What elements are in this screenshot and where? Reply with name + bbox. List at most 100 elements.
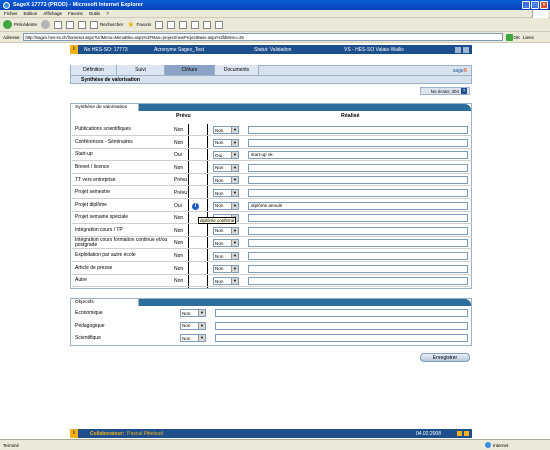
objectif-select[interactable]: Non ▼ bbox=[180, 334, 206, 342]
brand-text: sage bbox=[452, 68, 464, 74]
prevu-value: Prévu bbox=[174, 177, 188, 184]
realise-select[interactable]: Oui ▼ bbox=[213, 151, 239, 160]
realise-select[interactable]: Non ▼ bbox=[213, 239, 239, 248]
info-icon[interactable]: i bbox=[192, 202, 199, 210]
refresh-icon[interactable] bbox=[66, 20, 75, 29]
realise-select[interactable]: Non ▼ bbox=[213, 277, 239, 286]
search-button[interactable]: Rechercher bbox=[90, 20, 124, 29]
tab-documents[interactable]: Documents bbox=[215, 65, 259, 75]
menu-outils[interactable]: Outils bbox=[89, 11, 101, 16]
objectif-comment-input[interactable] bbox=[215, 334, 468, 342]
maximize-button[interactable]: □ bbox=[531, 1, 539, 9]
menu-affichage[interactable]: Affichage bbox=[43, 11, 62, 16]
tab-definition[interactable]: Définition bbox=[71, 65, 117, 75]
valorisation-row: Projet semaine spécialeNonNon▼ bbox=[72, 212, 472, 225]
realise-select[interactable]: Non ▼ bbox=[213, 189, 239, 197]
realise-comment-input[interactable] bbox=[248, 126, 468, 134]
objectif-select-value: Non bbox=[182, 310, 191, 316]
home-icon[interactable] bbox=[78, 20, 87, 29]
realise-select[interactable]: Non ▼ bbox=[213, 126, 239, 134]
prevu-value: Non bbox=[174, 215, 184, 222]
realise-select-value: Non bbox=[215, 203, 224, 209]
menu-edition[interactable]: Edition bbox=[24, 11, 38, 16]
save-button[interactable]: Enregistrer bbox=[420, 353, 470, 362]
tab-cloture[interactable]: Clôture bbox=[165, 65, 215, 75]
address-input[interactable]: http://sagex.hes-so.ch/frameset.aspx?Url… bbox=[22, 33, 503, 41]
go-button[interactable]: OK bbox=[505, 33, 521, 41]
chevron-down-icon: ▼ bbox=[231, 265, 238, 272]
realise-select-value: Non bbox=[215, 177, 224, 183]
discuss-icon[interactable] bbox=[203, 20, 212, 29]
row-label: Brevet / licence bbox=[75, 164, 110, 171]
realise-comment-input[interactable] bbox=[248, 138, 468, 147]
realise-comment-input[interactable] bbox=[248, 176, 468, 185]
realise-select[interactable]: Non ▼ bbox=[213, 201, 239, 210]
history-icon[interactable] bbox=[155, 20, 164, 29]
info-bar-icons bbox=[455, 46, 469, 53]
menu-fichier[interactable]: Fichier bbox=[4, 11, 18, 16]
tab-suivi[interactable]: Suivi bbox=[117, 65, 165, 75]
page-subheader: Synthèse de valorisation bbox=[70, 76, 472, 84]
realise-comment-input[interactable] bbox=[248, 252, 468, 260]
minimize-button[interactable]: _ bbox=[522, 1, 530, 9]
links-label[interactable]: Liens bbox=[523, 35, 534, 40]
objectif-select-value: Non bbox=[182, 323, 191, 328]
chevron-down-icon: ▼ bbox=[231, 152, 238, 159]
realise-comment-input[interactable]: start-up ok bbox=[248, 151, 468, 160]
realise-select-value: Non bbox=[215, 140, 224, 146]
lock-icon[interactable] bbox=[457, 431, 462, 436]
realise-select[interactable]: Non ▼ bbox=[213, 163, 239, 172]
chevron-down-icon: ▼ bbox=[231, 164, 238, 171]
stop-icon[interactable] bbox=[54, 20, 63, 29]
screen-number: No écran: 304 ? bbox=[420, 87, 470, 95]
realise-select[interactable]: Non ▼ bbox=[213, 176, 239, 185]
valorisation-row: Projet diplôme Oui i Non ▼ diplôme annulé bbox=[72, 200, 472, 212]
realise-comment-input[interactable]: diplôme annulé bbox=[248, 201, 468, 210]
objectif-select[interactable]: Non ▼ bbox=[180, 321, 206, 330]
favorites-button[interactable]: ★ Favoris bbox=[127, 20, 151, 29]
realise-select-value: Non bbox=[215, 190, 224, 196]
valorisation-title: Synthèse de valorisation bbox=[71, 104, 139, 111]
realise-comment-input[interactable] bbox=[248, 189, 468, 197]
window-title: SageX 17773 (PROD) - Microsoft Internet … bbox=[13, 2, 143, 8]
realise-comment-input[interactable] bbox=[248, 226, 468, 235]
screen-number-label: No écran: 304 bbox=[430, 88, 459, 94]
realise-comment-input[interactable] bbox=[248, 214, 468, 223]
print-page-icon[interactable] bbox=[463, 46, 469, 53]
go-label: OK bbox=[513, 34, 521, 40]
help-icon[interactable]: ? bbox=[461, 88, 467, 94]
realise-comment-input[interactable] bbox=[248, 163, 468, 172]
realise-comment-input[interactable] bbox=[248, 239, 468, 248]
menu-favoris[interactable]: Favoris bbox=[68, 11, 83, 16]
realise-comment-input[interactable] bbox=[248, 277, 468, 286]
row-label: Start-up bbox=[75, 151, 93, 158]
realise-select[interactable]: Non ▼ bbox=[213, 226, 239, 235]
section-header-bar bbox=[139, 104, 471, 111]
messenger-icon[interactable] bbox=[215, 20, 224, 29]
back-button[interactable]: Précédente bbox=[3, 20, 37, 29]
refresh-page-icon[interactable] bbox=[455, 46, 461, 53]
objectif-comment-input[interactable] bbox=[215, 321, 468, 330]
search-label: Rechercher bbox=[100, 22, 124, 27]
chevron-down-icon: ▼ bbox=[231, 240, 238, 247]
logout-icon[interactable] bbox=[464, 431, 469, 436]
row-label: Conférences - Séminaires bbox=[75, 138, 133, 145]
close-button[interactable]: × bbox=[540, 1, 548, 9]
valorisation-row: Brevet / licence Non Non ▼ bbox=[72, 162, 472, 174]
print-icon[interactable] bbox=[179, 20, 188, 29]
objectif-comment-input[interactable] bbox=[215, 309, 468, 317]
ie-logo-icon bbox=[3, 1, 10, 9]
realise-comment-input[interactable] bbox=[248, 264, 468, 273]
edit-icon[interactable] bbox=[191, 20, 200, 29]
window-title-bar: SageX 17773 (PROD) - Microsoft Internet … bbox=[0, 0, 550, 10]
row-label: Projet semestre bbox=[75, 189, 111, 196]
realise-select[interactable]: Non ▼ bbox=[213, 252, 239, 260]
realise-select[interactable]: Non ▼ bbox=[213, 138, 239, 147]
forward-button[interactable] bbox=[41, 20, 51, 29]
mail-icon[interactable] bbox=[167, 20, 176, 29]
realise-select[interactable]: Non ▼ bbox=[213, 264, 239, 273]
globe-icon bbox=[485, 442, 491, 448]
menu-help[interactable]: ? bbox=[106, 11, 109, 16]
objectif-select[interactable]: Non ▼ bbox=[180, 309, 206, 317]
chevron-down-icon: ▼ bbox=[231, 127, 238, 133]
